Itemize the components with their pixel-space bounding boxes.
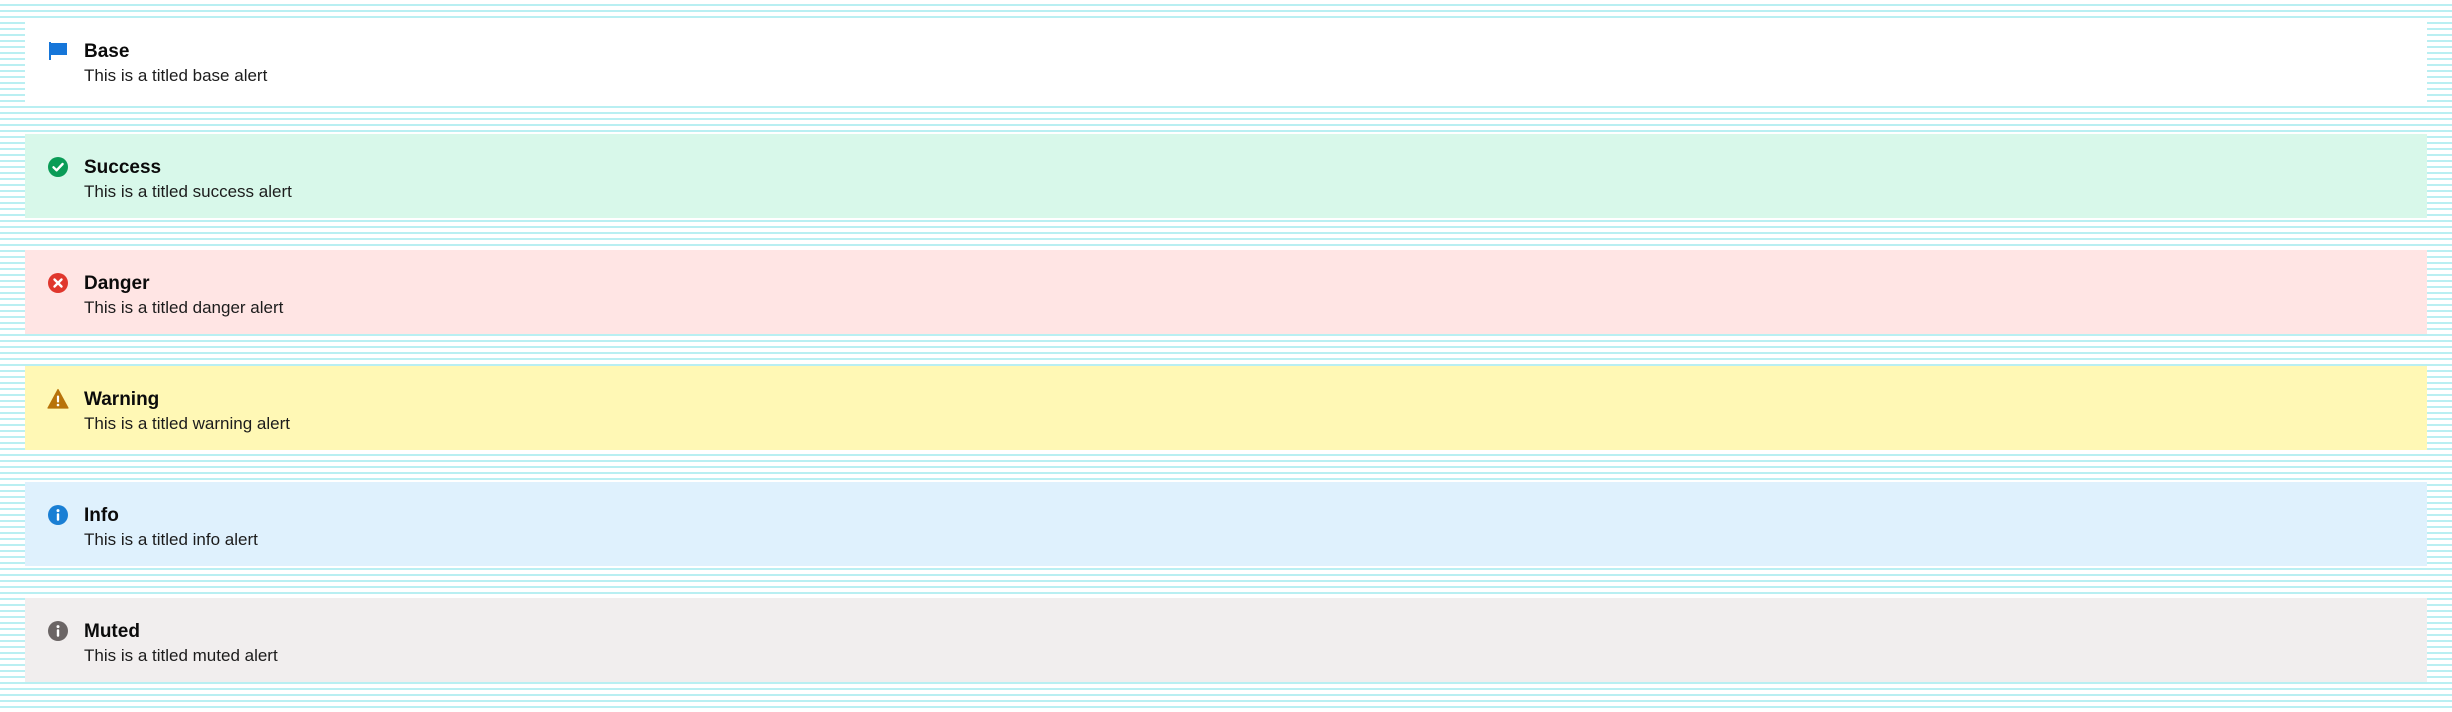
alert-list: Base This is a titled base alert Success… [25,18,2427,682]
alert-title: Base [84,41,130,62]
alert-message: This is a titled success alert [84,182,292,201]
alert-success: Success This is a titled success alert [25,134,2427,218]
alert-title: Info [84,505,119,526]
alert-title: Danger [84,273,150,294]
info-circle-icon [47,620,69,642]
alert-message: This is a titled base alert [84,66,268,85]
flag-icon [47,40,69,62]
check-circle-icon [47,156,69,178]
alert-title: Muted [84,621,140,642]
alert-message: This is a titled danger alert [84,298,284,317]
warning-triangle-icon [47,388,69,410]
info-circle-icon [47,504,69,526]
alert-title: Success [84,157,162,178]
alert-message: This is a titled warning alert [84,414,290,433]
alert-danger: Danger This is a titled danger alert [25,250,2427,334]
alert-info: Info This is a titled info alert [25,482,2427,566]
alert-title: Warning [84,389,160,410]
alert-muted: Muted This is a titled muted alert [25,598,2427,682]
alert-base: Base This is a titled base alert [25,18,2427,102]
alert-message: This is a titled muted alert [84,646,278,665]
alert-message: This is a titled info alert [84,530,258,549]
alert-warning: Warning This is a titled warning alert [25,366,2427,450]
x-circle-icon [47,272,69,294]
